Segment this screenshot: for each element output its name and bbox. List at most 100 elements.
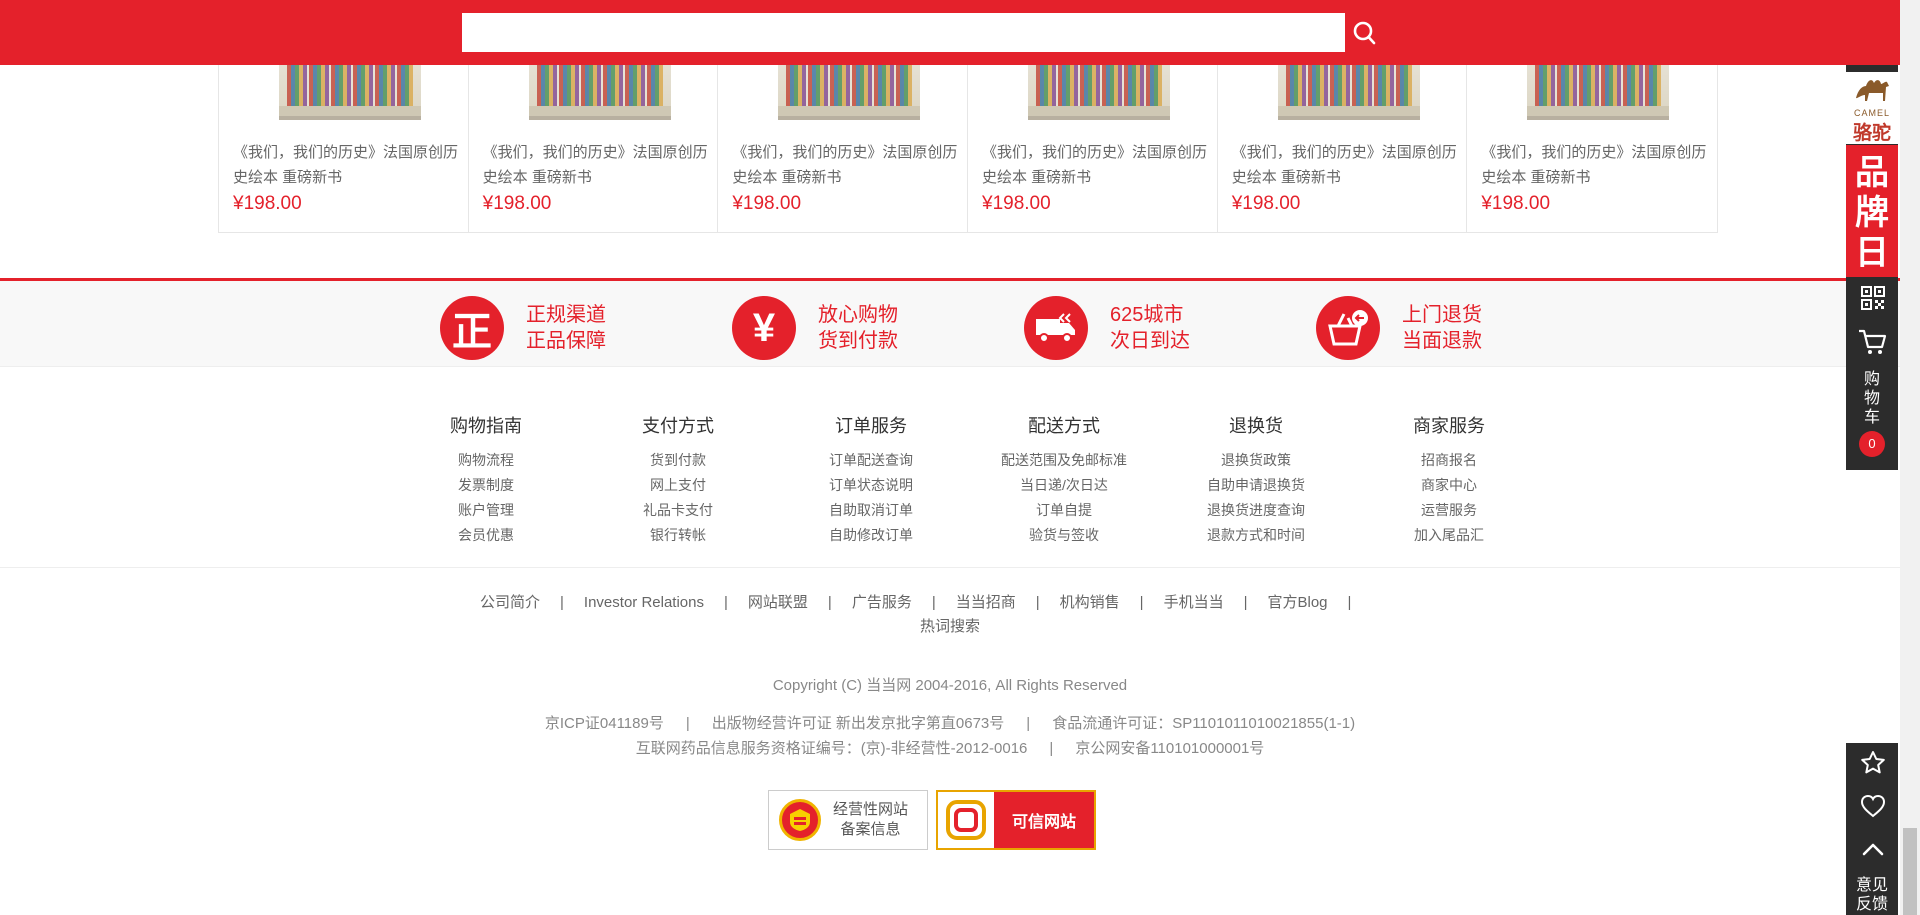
help-link[interactable]: 订单自提	[969, 498, 1159, 523]
help-link[interactable]: 当日递/次日达	[969, 473, 1159, 498]
camel-icon	[1856, 80, 1889, 101]
back-to-top-icon[interactable]	[1860, 836, 1886, 862]
footer-link-about[interactable]: 公司简介	[480, 594, 540, 611]
product-price: ¥198.00	[982, 193, 1051, 214]
help-column-title: 订单服务	[835, 416, 907, 436]
separator: |	[931, 594, 936, 611]
search-icon	[1353, 21, 1376, 44]
help-link[interactable]: 自助申请退换货	[1161, 473, 1351, 498]
guarantee-line1: 正规渠道	[526, 304, 606, 326]
product-card[interactable]: 《我们，我们的历史》法国原创历史绘本 重磅新书 ¥198.00	[469, 40, 719, 233]
license-drug-info[interactable]: 互联网药品信息服务资格证编号：(京)-非经营性-2012-0016	[636, 740, 1028, 757]
product-title[interactable]: 《我们，我们的历史》法国原创历史绘本 重磅新书	[233, 140, 458, 190]
guarantee-authentic: 正 正规渠道 正品保障	[440, 296, 606, 360]
help-column-delivery: 配送方式 配送范围及免邮标准 当日递/次日达 订单自提 验货与签收	[969, 412, 1159, 548]
feedback-button[interactable]: 意见 反馈	[1846, 876, 1898, 914]
qrcode-icon[interactable]	[1860, 285, 1886, 311]
license-icp[interactable]: 京ICP证041189号	[545, 715, 664, 732]
product-title[interactable]: 《我们，我们的历史》法国原创历史绘本 重磅新书	[483, 140, 708, 190]
guarantee-line2: 正品保障	[526, 330, 606, 352]
search-button[interactable]	[1345, 13, 1383, 52]
cart-label-char: 物	[1863, 390, 1880, 407]
help-column-payment: 支付方式 货到付款 网上支付 礼品卡支付 银行转帐	[583, 412, 773, 548]
product-card[interactable]: 《我们，我们的历史》法国原创历史绘本 重磅新书 ¥198.00	[1467, 40, 1717, 233]
license-police[interactable]: 京公网安备110101000001号	[1075, 740, 1264, 757]
product-card[interactable]: 《我们，我们的历史》法国原创历史绘本 重磅新书 ¥198.00	[1218, 40, 1468, 233]
heart-icon[interactable]	[1860, 793, 1886, 819]
scrollbar-thumb[interactable]	[1903, 828, 1917, 915]
guarantee-line1: 上门退货	[1402, 304, 1482, 326]
help-link[interactable]: 购物流程	[391, 448, 581, 473]
help-link[interactable]: 银行转帐	[583, 523, 773, 548]
help-link[interactable]: 招商报名	[1354, 448, 1544, 473]
help-column-title: 配送方式	[1028, 416, 1100, 436]
footer-link-blog[interactable]: 官方Blog	[1268, 594, 1328, 611]
separator: |	[1243, 594, 1248, 611]
help-link[interactable]: 网上支付	[583, 473, 773, 498]
cart-label-char: 购	[1863, 371, 1880, 388]
brand-day-banner[interactable]: 品 牌 日	[1846, 145, 1898, 277]
cart-label-char: 车	[1863, 409, 1880, 426]
separator: |	[1347, 594, 1352, 611]
footer-link-mobile[interactable]: 手机当当	[1164, 594, 1224, 611]
help-link[interactable]: 自助修改订单	[776, 523, 966, 548]
help-link[interactable]: 发票制度	[391, 473, 581, 498]
help-link[interactable]: 自助取消订单	[776, 498, 966, 523]
camel-brand-text: CAMEL	[1853, 108, 1890, 118]
cart-icon	[1859, 329, 1887, 354]
search-input[interactable]	[462, 13, 1345, 52]
help-link[interactable]: 加入尾品汇	[1354, 523, 1544, 548]
separator: |	[827, 594, 832, 611]
product-title[interactable]: 《我们，我们的历史》法国原创历史绘本 重磅新书	[1232, 140, 1457, 190]
trusted-site-badge[interactable]: 可信网站	[936, 790, 1096, 850]
help-column-title: 退换货	[1229, 416, 1283, 436]
help-column-shopping-guide: 购物指南 购物流程 发票制度 账户管理 会员优惠	[391, 412, 581, 548]
product-row: 《我们，我们的历史》法国原创历史绘本 重磅新书 ¥198.00 《我们，我们的历…	[218, 40, 1718, 233]
product-title[interactable]: 《我们，我们的历史》法国原创历史绘本 重磅新书	[732, 140, 957, 190]
product-card[interactable]: 《我们，我们的历史》法国原创历史绘本 重磅新书 ¥198.00	[968, 40, 1218, 233]
seal-icon	[779, 799, 821, 841]
product-price: ¥198.00	[732, 193, 802, 214]
help-link[interactable]: 订单状态说明	[776, 473, 966, 498]
site-registration-badge[interactable]: 经营性网站 备案信息	[768, 790, 928, 850]
help-link[interactable]: 礼品卡支付	[583, 498, 773, 523]
camel-brand-logo[interactable]: CAMEL 骆驼	[1846, 72, 1898, 144]
badge-line2: 备案信息	[840, 821, 901, 838]
help-link[interactable]: 退换货政策	[1161, 448, 1351, 473]
license-line-2: 互联网药品信息服务资格证编号：(京)-非经营性-2012-0016 | 京公网安备1…	[0, 737, 1900, 758]
footer-link-investor[interactable]: Investor Relations	[584, 594, 704, 611]
help-link[interactable]: 账户管理	[391, 498, 581, 523]
product-title[interactable]: 《我们，我们的历史》法国原创历史绘本 重磅新书	[982, 140, 1207, 190]
help-link[interactable]: 配送范围及免邮标准	[969, 448, 1159, 473]
license-food[interactable]: 食品流通许可证：SP1101011010021855(1-1)	[1052, 715, 1355, 732]
product-card[interactable]: 《我们，我们的历史》法国原创历史绘本 重磅新书 ¥198.00	[718, 40, 969, 233]
guarantee-line2: 次日到达	[1110, 330, 1190, 352]
guarantee-cod: ¥ 放心购物 货到付款	[732, 296, 898, 360]
help-link[interactable]: 会员优惠	[391, 523, 581, 548]
guarantee-line1: 625城市	[1110, 304, 1184, 326]
footer-link-institution[interactable]: 机构销售	[1060, 594, 1120, 611]
help-column-title: 商家服务	[1413, 416, 1485, 436]
help-link[interactable]: 订单配送查询	[776, 448, 966, 473]
footer-link-affiliate[interactable]: 网站联盟	[748, 594, 808, 611]
separator: |	[1139, 594, 1144, 611]
help-link[interactable]: 货到付款	[583, 448, 773, 473]
help-link[interactable]: 运营服务	[1354, 498, 1544, 523]
star-icon[interactable]	[1860, 750, 1886, 776]
footer-link-recruit[interactable]: 当当招商	[956, 594, 1016, 611]
help-link[interactable]: 退换货进度查询	[1161, 498, 1351, 523]
feedback-line: 反馈	[1855, 896, 1888, 913]
footer-link-ads[interactable]: 广告服务	[852, 594, 912, 611]
license-publication[interactable]: 出版物经营许可证 新出发京批字第直0673号	[712, 715, 1005, 732]
footer-divider	[0, 567, 1900, 568]
help-column-order-service: 订单服务 订单配送查询 订单状态说明 自助取消订单 自助修改订单	[776, 412, 966, 548]
footer-link-hotword[interactable]: 热词搜索	[900, 614, 1000, 639]
scrollbar-track[interactable]	[1900, 0, 1920, 915]
product-card[interactable]: 《我们，我们的历史》法国原创历史绘本 重磅新书 ¥198.00	[219, 40, 469, 233]
product-title[interactable]: 《我们，我们的历史》法国原创历史绘本 重磅新书	[1481, 140, 1706, 190]
help-link[interactable]: 商家中心	[1354, 473, 1544, 498]
help-link[interactable]: 验货与签收	[969, 523, 1159, 548]
product-price: ¥198.00	[1481, 193, 1551, 214]
sidebar-cart[interactable]: 购 物 车 0	[1846, 325, 1898, 470]
help-link[interactable]: 退款方式和时间	[1161, 523, 1351, 548]
